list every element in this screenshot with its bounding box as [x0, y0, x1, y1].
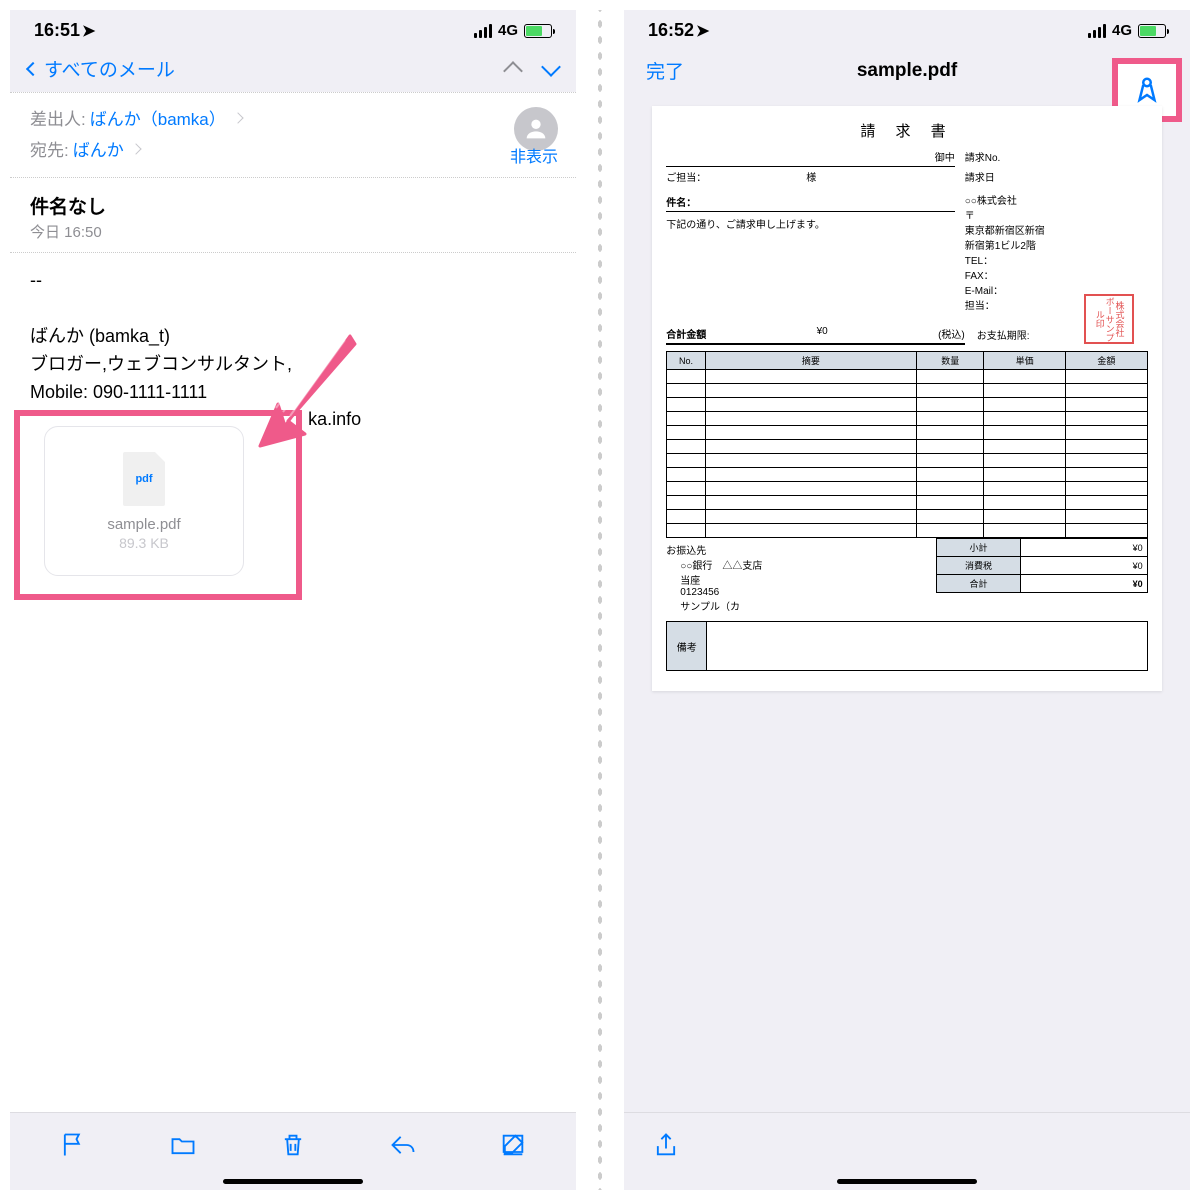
hide-button[interactable]: 非表示	[510, 143, 558, 167]
subject-label: 件名：	[666, 198, 696, 209]
subject-section: 件名なし 今日 16:50	[10, 178, 576, 253]
status-bar: 16:51➤ 4G	[10, 10, 576, 45]
prev-message-button[interactable]	[503, 61, 523, 81]
markup-icon	[1132, 75, 1162, 105]
invoice-no-label: 請求No.	[965, 149, 1148, 167]
share-button[interactable]	[652, 1131, 680, 1159]
attachment-name: sample.pdf	[107, 516, 180, 533]
total-label: 合計金額	[666, 326, 706, 341]
location-icon: ➤	[696, 21, 709, 41]
signature-separator: --	[30, 267, 556, 295]
addressee-suffix: 御中	[935, 149, 955, 164]
network-label: 4G	[1112, 22, 1132, 39]
bank-info-label: お振込先	[666, 542, 936, 557]
to-label: 宛先:	[30, 136, 69, 161]
attendant-label: ご担当：	[666, 173, 706, 184]
signature-line: Mobile: 090-1111-1111	[30, 379, 556, 407]
reply-button[interactable]	[389, 1131, 417, 1159]
invoice-date-label: 請求日	[965, 169, 1148, 184]
notes-box: 備考	[666, 621, 1147, 671]
attachment-card[interactable]: pdf sample.pdf 89.3 KB	[44, 426, 244, 576]
chevron-left-icon	[26, 61, 40, 75]
pdf-file-icon: pdf	[123, 452, 165, 506]
home-indicator[interactable]	[837, 1179, 977, 1184]
next-message-button[interactable]	[541, 57, 561, 77]
line-items-table: No. 摘要 数量 単価 金額	[666, 351, 1147, 538]
pdf-document[interactable]: 請 求 書 御中 請求No. ご担当：様 請求日 件名： 下記の通り、ご請求申し…	[652, 106, 1161, 691]
summary-table: 小計¥0 消費税¥0 合計¥0	[936, 538, 1148, 593]
to-row[interactable]: 宛先: ばんか	[30, 136, 556, 161]
annotation-highlight: pdf sample.pdf 89.3 KB	[14, 410, 302, 600]
pdf-preview-screen: 16:52➤ 4G 完了 sample.pdf 請 求 書	[624, 10, 1190, 1190]
total-value: ¥0	[706, 326, 938, 341]
signature-line: ブロガー,ウェブコンサルタント,	[30, 351, 556, 379]
compose-button[interactable]	[499, 1131, 527, 1159]
signal-icon	[1088, 24, 1106, 38]
to-value: ばんか	[73, 136, 124, 161]
screens-divider	[596, 10, 604, 1190]
from-label: 差出人:	[30, 105, 86, 130]
mail-body: -- ばんか (bamka_t) ブロガー,ウェブコンサルタント, Mobile…	[10, 253, 576, 1112]
company-seal-icon: 株式会社 ボーサンプル印	[1084, 294, 1134, 344]
done-button[interactable]: 完了	[646, 57, 684, 84]
signature-line: ばんか (bamka_t)	[30, 323, 556, 351]
company-name: ○○株式会社	[965, 194, 1148, 209]
from-row[interactable]: 差出人: ばんか（bamka）	[30, 105, 556, 130]
status-time: 16:51	[34, 20, 80, 40]
from-value: ばんか（bamka）	[90, 105, 226, 130]
chevron-right-icon	[130, 143, 141, 154]
person-icon	[522, 115, 550, 143]
back-label: すべてのメール	[44, 55, 175, 82]
pdf-title: sample.pdf	[624, 60, 1190, 82]
invoice-preamble: 下記の通り、ご請求申し上げます。	[666, 216, 964, 231]
back-button[interactable]: すべてのメール	[28, 55, 175, 82]
location-icon: ➤	[82, 21, 95, 41]
subject-text: 件名なし	[30, 192, 556, 219]
signal-icon	[474, 24, 492, 38]
battery-icon	[524, 24, 552, 38]
chevron-right-icon	[232, 112, 243, 123]
flag-button[interactable]	[59, 1131, 87, 1159]
attachment-size: 89.3 KB	[119, 535, 169, 551]
trash-button[interactable]	[279, 1131, 307, 1159]
mail-header: 差出人: ばんか（bamka） 宛先: ばんか 非表示	[10, 92, 576, 178]
battery-icon	[1138, 24, 1166, 38]
status-time: 16:52	[648, 20, 694, 40]
network-label: 4G	[498, 22, 518, 39]
bottom-toolbar	[624, 1112, 1190, 1165]
bottom-toolbar	[10, 1112, 576, 1165]
pdf-nav-bar: 完了 sample.pdf	[624, 45, 1190, 96]
mail-screen: 16:51➤ 4G すべてのメール 差出人: ばんか（bamka）	[10, 10, 576, 1190]
invoice-title: 請 求 書	[666, 120, 1147, 141]
folder-button[interactable]	[169, 1131, 197, 1159]
nav-bar: すべてのメール	[10, 45, 576, 92]
status-bar: 16:52➤ 4G	[624, 10, 1190, 45]
date-text: 今日 16:50	[30, 221, 556, 242]
home-indicator[interactable]	[223, 1179, 363, 1184]
